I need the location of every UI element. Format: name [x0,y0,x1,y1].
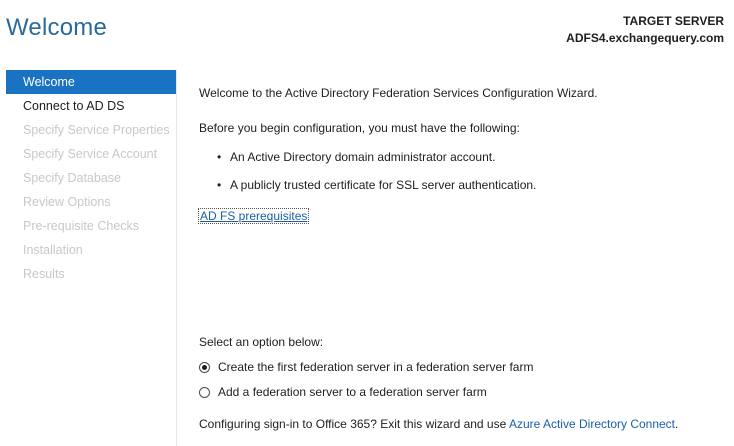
option-label: Add a federation server to a federation … [218,385,487,399]
requirement-item: A publicly trusted certificate for SSL s… [217,178,536,192]
azure-ad-connect-link[interactable]: Azure Active Directory Connect [509,417,675,431]
requirements-heading: Before you begin configuration, you must… [199,121,520,135]
nav-step-results: Results [23,267,65,281]
adfs-prerequisites-link[interactable]: AD FS prerequisites [197,208,310,224]
wizard-steps-nav: Welcome Connect to AD DS Specify Service… [6,70,177,446]
intro-text: Welcome to the Active Directory Federati… [199,86,598,100]
adfs-configuration-wizard: Welcome TARGET SERVER ADFS4.exchangequer… [0,0,734,446]
page-title: Welcome [6,14,107,41]
radio-unselected-icon[interactable] [199,386,210,398]
nav-step-specify-service-properties: Specify Service Properties [23,123,170,137]
requirement-item: An Active Directory domain administrator… [217,150,495,164]
option-prompt: Select an option below: [199,335,324,349]
nav-step-specify-database: Specify Database [23,171,121,185]
option-add-server[interactable]: Add a federation server to a federation … [199,385,487,399]
nav-step-specify-service-account: Specify Service Account [23,147,158,161]
nav-step-connect-to-ad-ds[interactable]: Connect to AD DS [6,94,176,118]
nav-step-welcome[interactable]: Welcome [6,70,176,94]
nav-step-prerequisite-checks: Pre-requisite Checks [23,219,140,233]
option-create-first-server[interactable]: Create the first federation server in a … [199,360,533,374]
option-label: Create the first federation server in a … [218,360,534,374]
target-server-name: ADFS4.exchangequery.com [566,31,724,45]
office-365-text: Configuring sign-in to Office 365? Exit … [199,417,509,431]
target-server-info: TARGET SERVER ADFS4.exchangequery.com [566,13,724,47]
radio-selected-icon[interactable] [199,361,210,373]
nav-step-installation: Installation [23,243,83,257]
office-365-suffix: . [675,417,679,431]
target-server-label: TARGET SERVER [623,14,724,28]
nav-step-review-options: Review Options [23,195,111,209]
office-365-note: Configuring sign-in to Office 365? Exit … [199,417,678,431]
